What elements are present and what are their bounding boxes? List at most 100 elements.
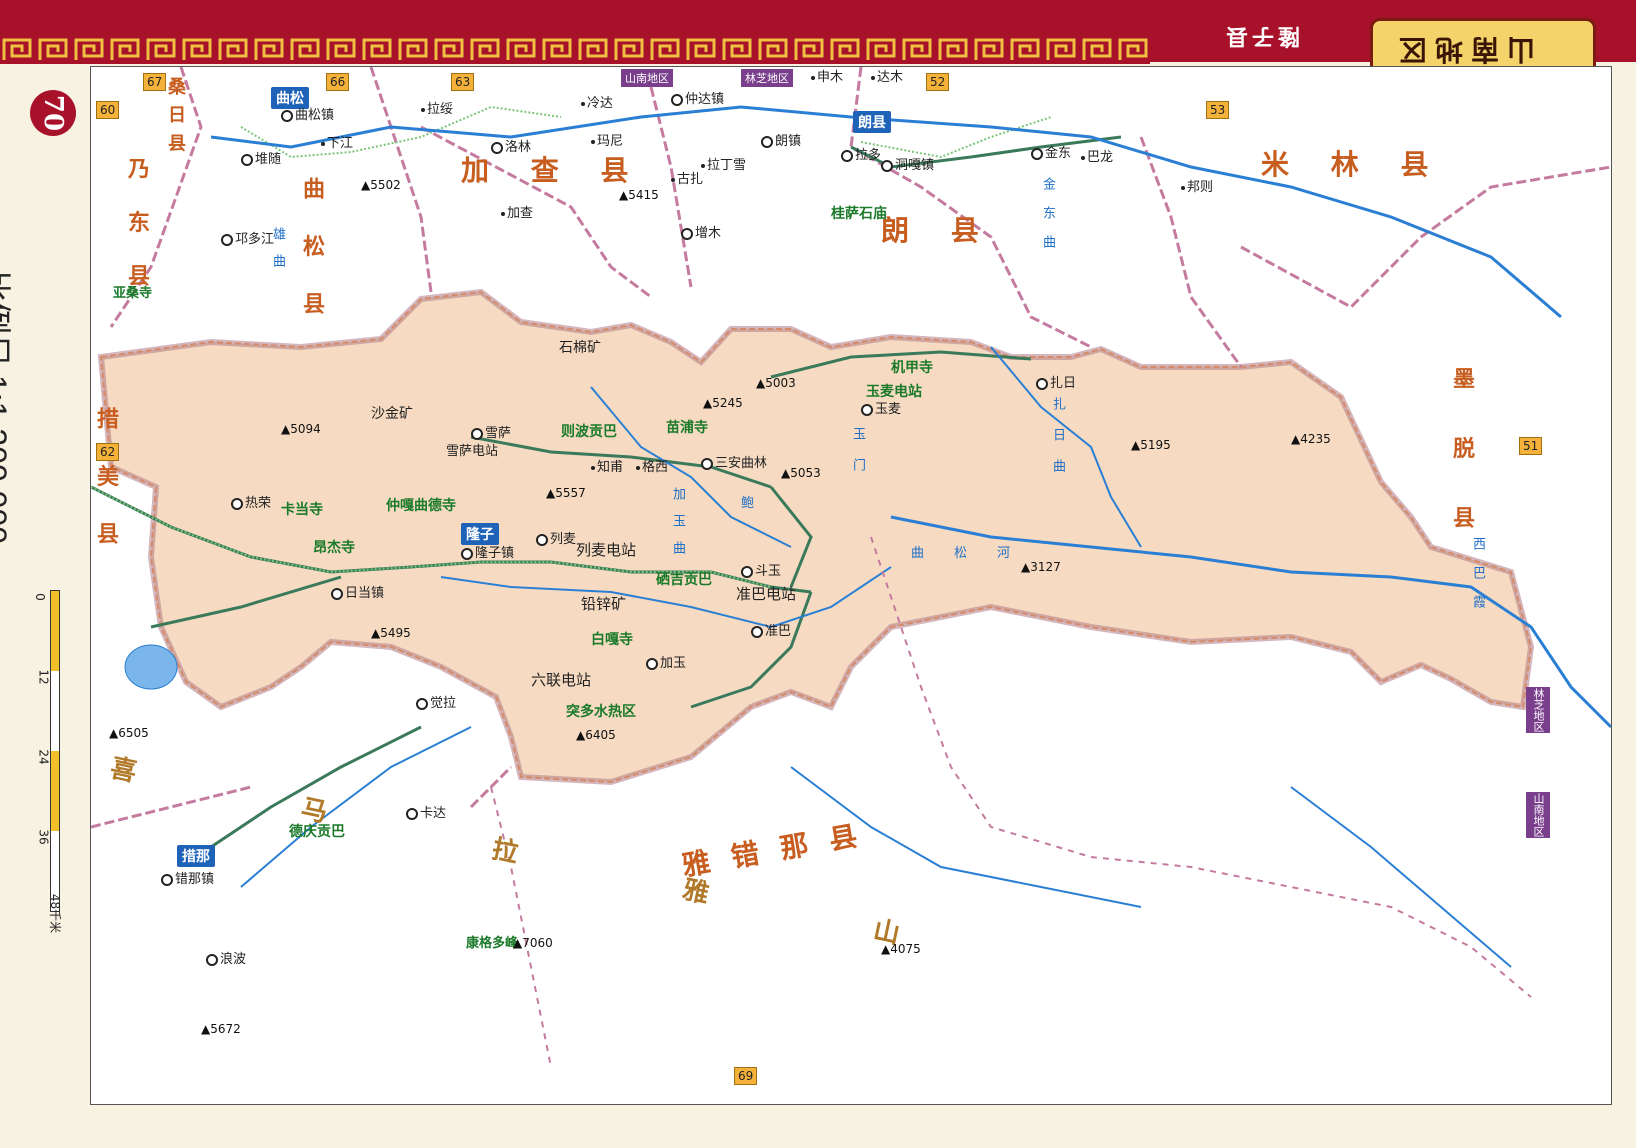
town-zhari[interactable]: 扎日 [1036, 377, 1076, 390]
town-xiajiang[interactable]: 下江 [321, 137, 353, 150]
landmark-asbestos-mine[interactable]: 石棉矿 [559, 341, 601, 355]
map-tile-52[interactable]: 52 [926, 73, 950, 91]
map-frame[interactable]: 67 66 63 60 62 52 53 51 69 山南地区 林芝地区 林芝地… [90, 66, 1612, 1105]
region-tag-nyingchi-east: 林芝地区 [1526, 687, 1550, 733]
town-zengmu[interactable]: 增木 [681, 227, 721, 240]
seat-langxian[interactable]: 朗县 [853, 111, 891, 133]
river-label-jiayu: 加玉曲 [670, 487, 685, 568]
landmark-tuduo-hotspring[interactable]: 突多水热区 [566, 705, 636, 719]
town-langzhen[interactable]: 朗镇 [761, 135, 801, 148]
peak-5245: ▲5245 [703, 396, 743, 410]
town-lengda[interactable]: 冷达 [581, 97, 613, 110]
town-gexi[interactable]: 格西 [636, 461, 668, 474]
landmark-miaopu-temple[interactable]: 苗浦寺 [666, 421, 708, 435]
peak-7060: ▲7060 [513, 936, 553, 950]
landmark-zebo-gongba[interactable]: 则波贡巴 [561, 425, 617, 439]
header-band: 隆子县 山南地区 [0, 0, 1636, 76]
town-kada[interactable]: 卡达 [406, 807, 446, 820]
landmark-zhunba-station[interactable]: 准巴电站 [736, 587, 796, 602]
landmark-baiga-temple[interactable]: 白嘎寺 [591, 633, 633, 647]
peak-5502: ▲5502 [361, 178, 401, 192]
town-qiongduojiang[interactable]: 邛多江 [221, 233, 274, 246]
town-douyu[interactable]: 斗玉 [741, 565, 781, 578]
landmark-kadang-temple[interactable]: 卡当寺 [281, 503, 323, 517]
map-tile-69[interactable]: 69 [734, 1067, 758, 1085]
peak-5195: ▲5195 [1131, 438, 1171, 452]
landmark-guisa-shimiao[interactable]: 桂萨石庙 [831, 207, 887, 221]
town-qusongzhen[interactable]: 曲松镇 [281, 109, 334, 122]
map-tile-66[interactable]: 66 [326, 73, 350, 91]
landmark-zhongga-qudesi[interactable]: 仲嘎曲德寺 [386, 499, 456, 513]
town-liemai[interactable]: 列麦 [536, 533, 576, 546]
town-shenmu[interactable]: 申木 [811, 71, 843, 84]
label-milin: 米 林 县 [1261, 148, 1445, 181]
peak-5094: ▲5094 [281, 422, 321, 436]
town-damu-n[interactable]: 达木 [871, 71, 903, 84]
town-mani[interactable]: 玛尼 [591, 135, 623, 148]
town-bangze[interactable]: 邦则 [1181, 181, 1213, 194]
river-label-xibaxia: 西巴霞 [1470, 537, 1485, 624]
town-jindong[interactable]: 金东 [1031, 147, 1071, 160]
seat-cuona[interactable]: 措那 [177, 845, 215, 867]
map-tile-63[interactable]: 63 [451, 73, 475, 91]
landmark-lead-zinc-mine[interactable]: 铅锌矿 [581, 597, 626, 612]
landmark-xiji-gongba[interactable]: 硒吉贡巴 [656, 573, 712, 587]
town-cuonazhen[interactable]: 错那镇 [161, 873, 214, 886]
landmark-angjie-temple[interactable]: 昂杰寺 [313, 541, 355, 555]
town-ridangzhen[interactable]: 日当镇 [331, 587, 384, 600]
town-langbo[interactable]: 浪波 [206, 953, 246, 966]
map-tile-51[interactable]: 51 [1519, 437, 1543, 455]
town-xuesa[interactable]: 雪萨 [471, 427, 511, 440]
town-lasui[interactable]: 拉绥 [421, 103, 453, 116]
label-jiacha: 加 查 县 [461, 154, 645, 187]
town-donggazhen[interactable]: 洞嘎镇 [881, 159, 934, 172]
town-sananqulin[interactable]: 三安曲林 [701, 457, 767, 470]
region-tag-nyingchi: 林芝地区 [741, 69, 793, 87]
seat-qusong[interactable]: 曲松 [271, 87, 309, 109]
landmark-gold-mine[interactable]: 沙金矿 [371, 407, 413, 421]
town-longzizhen[interactable]: 隆子镇 [461, 547, 514, 560]
label-naidong: 乃 东 县 [124, 157, 150, 299]
town-duisui[interactable]: 堆随 [241, 153, 281, 166]
peak-6405: ▲6405 [576, 728, 616, 742]
peak-5003: ▲5003 [756, 376, 796, 390]
town-laduo[interactable]: 拉多 [841, 149, 881, 162]
town-yumai[interactable]: 玉麦 [861, 403, 901, 416]
landmark-yumai-station[interactable]: 玉麦电站 [866, 385, 922, 399]
town-zhunba[interactable]: 准巴 [751, 625, 791, 638]
landmark-kangge-peak[interactable]: 康格多峰 [466, 937, 518, 950]
river-label-zhari: 扎日曲 [1050, 397, 1065, 490]
seat-longzi[interactable]: 隆子 [461, 523, 499, 545]
landmark-xuesa-station[interactable]: 雪萨电站 [446, 445, 498, 458]
landmark-yasang-temple[interactable]: 亚桑寺 [113, 287, 152, 300]
town-guzha[interactable]: 古扎 [671, 173, 703, 186]
town-zhongda[interactable]: 仲达镇 [671, 93, 724, 106]
town-juela[interactable]: 觉拉 [416, 697, 456, 710]
peak-4235: ▲4235 [1291, 432, 1331, 446]
map-tile-60[interactable]: 60 [96, 101, 120, 119]
town-zhifu[interactable]: 知甫 [591, 461, 623, 474]
map-tile-53[interactable]: 53 [1206, 101, 1230, 119]
map-tile-67[interactable]: 67 [143, 73, 167, 91]
town-balong[interactable]: 巴龙 [1081, 151, 1113, 164]
label-langxian: 朗 县 [881, 214, 995, 247]
river-label-jindong: 金东曲 [1040, 177, 1055, 264]
town-jiacha[interactable]: 加查 [501, 207, 533, 220]
landmark-jijia-temple[interactable]: 机甲寺 [891, 361, 933, 375]
town-ladingxue[interactable]: 拉丁雪 [701, 159, 746, 172]
label-qusong: 曲 松 县 [299, 177, 325, 329]
town-jiayu[interactable]: 加玉 [646, 657, 686, 670]
scale-tick-24: 24 [36, 749, 51, 765]
scale-tick-36: 36 [36, 829, 51, 845]
landmark-liemai-station[interactable]: 列麦电站 [576, 543, 636, 558]
peak-4075: ▲4075 [881, 942, 921, 956]
county-title: 隆子县 [1222, 23, 1301, 49]
town-luolin[interactable]: 洛林 [491, 141, 531, 154]
landmark-liulian-station[interactable]: 六联电站 [531, 673, 591, 688]
landmark-deqing-gongba[interactable]: 德庆贡巴 [289, 825, 345, 839]
peak-6505: ▲6505 [109, 726, 149, 740]
river-label-xiong: 雄曲 [270, 227, 285, 281]
label-cuomei: 措 美 县 [93, 407, 119, 559]
lake [124, 644, 178, 690]
town-rerong[interactable]: 热荣 [231, 497, 271, 510]
